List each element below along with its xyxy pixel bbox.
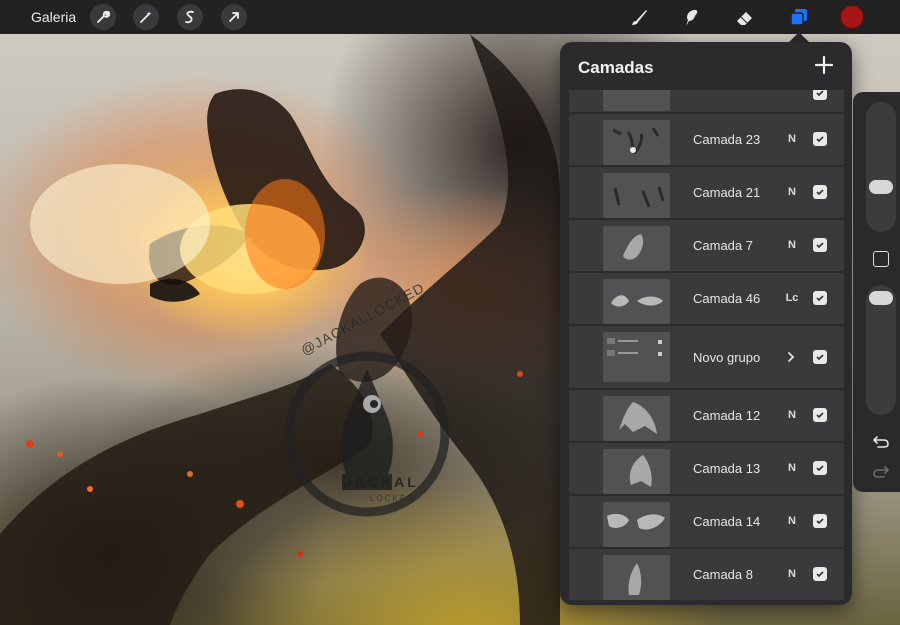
layer-row[interactable]: Camada 12 N [569,390,844,441]
layer-name: Camada 8 [693,567,753,582]
brush-icon[interactable] [626,4,652,30]
selection-icon[interactable] [177,4,203,30]
layer-name: Camada 46 [693,291,761,306]
layer-list[interactable]: Camada 23 N Camada 21 N Camada 7 N Camad… [569,90,844,600]
layer-row[interactable]: Camada 8 N [569,549,844,600]
transform-arrow-icon[interactable] [221,4,247,30]
visibility-checkbox[interactable] [813,350,827,364]
layer-row[interactable]: Camada 46 Lc [569,273,844,324]
blend-mode-button[interactable]: Lc [783,292,801,304]
layer-row[interactable]: Camada 13 N [569,443,844,494]
layer-thumbnail [603,502,670,547]
group-name: Novo grupo [693,350,761,365]
watermark-name: JACKAL [344,474,419,490]
blend-mode-button[interactable]: N [783,462,801,474]
layer-row[interactable]: Camada 7 N [569,220,844,271]
blend-mode-button[interactable]: N [783,515,801,527]
gallery-button[interactable]: Galeria [31,9,76,25]
layer-name: Camada 13 [693,461,761,476]
visibility-checkbox[interactable] [813,291,827,305]
layer-row[interactable]: Camada 23 N [569,114,844,165]
opacity-knob[interactable] [869,291,893,305]
eraser-icon[interactable] [732,4,758,30]
layer-thumbnail [603,120,670,165]
layer-thumbnail [603,173,670,218]
layer-row[interactable]: Camada 21 N [569,167,844,218]
watermark-emblem [284,351,450,517]
layer-thumbnail [603,90,670,111]
layer-name: Camada 21 [693,185,761,200]
layer-row[interactable]: Camada 14 N [569,496,844,547]
brush-size-slider[interactable] [866,102,896,232]
color-picker-button[interactable] [840,5,864,29]
panel-title: Camadas [578,58,654,77]
opacity-slider[interactable] [866,285,896,415]
layer-thumbnail [603,449,670,494]
layers-panel: Camadas Camada 23 N Camada 21 N Camada 7… [560,42,852,605]
group-row[interactable]: Novo grupo [569,326,844,388]
add-layer-button[interactable] [812,53,836,77]
visibility-checkbox[interactable] [813,567,827,581]
magic-wand-icon[interactable] [133,4,159,30]
layer-name: Camada 12 [693,408,761,423]
layer-name: Camada 7 [693,238,753,253]
layer-name: Camada 23 [693,132,761,147]
right-sidebar [853,92,900,492]
visibility-checkbox[interactable] [813,132,827,146]
blend-mode-button[interactable]: N [783,133,801,145]
layers-icon[interactable] [786,4,812,30]
visibility-checkbox[interactable] [813,408,827,422]
brush-size-knob[interactable] [869,180,893,194]
layer-thumbnail [603,226,670,271]
group-thumbnail [603,332,670,382]
plus-icon [814,55,834,75]
jackal-locked-watermark: @JACKALLOCKED JACKAL LOCKED [280,279,455,534]
visibility-checkbox[interactable] [813,514,827,528]
blend-mode-button[interactable]: N [783,239,801,251]
undo-icon[interactable] [872,434,890,450]
wrench-icon[interactable] [90,4,116,30]
layer-thumbnail [603,396,670,441]
layer-thumbnail [603,279,670,324]
layer-row-partial[interactable] [569,90,844,112]
watermark-sub: LOCKED [370,494,415,503]
top-toolbar: Galeria [0,0,900,34]
visibility-checkbox[interactable] [813,461,827,475]
modify-square-icon[interactable] [873,251,889,267]
blend-mode-button[interactable]: N [783,186,801,198]
visibility-checkbox[interactable] [813,185,827,199]
chevron-right-icon[interactable] [786,350,796,364]
blend-mode-button[interactable]: N [783,409,801,421]
redo-icon[interactable] [872,464,890,480]
visibility-checkbox[interactable] [813,90,827,100]
smudge-icon[interactable] [678,4,704,30]
visibility-checkbox[interactable] [813,238,827,252]
layer-name: Camada 14 [693,514,761,529]
layer-thumbnail [603,555,670,600]
blend-mode-button[interactable]: N [783,568,801,580]
